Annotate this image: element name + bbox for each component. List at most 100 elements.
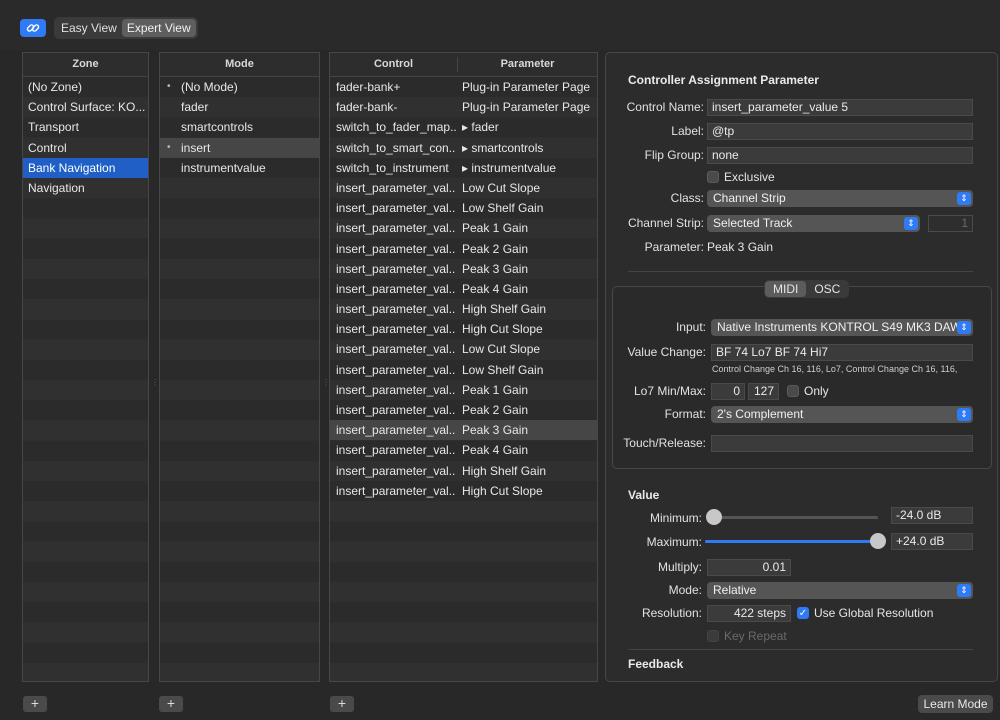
parameter-column-header[interactable]: Parameter: [458, 53, 597, 76]
control-table-row[interactable]: insert_parameter_val... High Shelf Gain: [330, 299, 597, 319]
add-zone-button[interactable]: +: [23, 696, 47, 712]
add-mode-button[interactable]: +: [159, 696, 183, 712]
format-popup[interactable]: 2's Complement ⇕: [711, 406, 973, 423]
expert-view-button[interactable]: Expert View: [121, 19, 196, 37]
parameter-name-cell: Low Shelf Gain: [462, 201, 544, 216]
control-name-cell: insert_parameter_val...: [336, 322, 456, 337]
mode-splitter-handle[interactable]: ⋮: [322, 378, 330, 387]
control-name-cell: insert_parameter_val...: [336, 443, 456, 458]
control-table-row[interactable]: insert_parameter_val... High Shelf Gain: [330, 461, 597, 481]
control-name-cell: fader-bank+: [336, 80, 401, 94]
touch-release-field[interactable]: [711, 435, 973, 452]
mode-header: Mode: [160, 53, 319, 77]
learn-mode-button[interactable]: Learn Mode: [918, 695, 993, 713]
minimum-slider-knob[interactable]: [706, 509, 722, 525]
control-table-row[interactable]: insert_parameter_val... Peak 2 Gain: [330, 400, 597, 420]
zone-list-item[interactable]: Navigation: [23, 178, 148, 198]
zone-list-item[interactable]: Transport: [23, 117, 148, 137]
control-name-cell: insert_parameter_val...: [336, 241, 456, 256]
inspector-title: Controller Assignment Parameter: [628, 73, 819, 87]
control-table-row[interactable]: insert_parameter_val... Peak 2 Gain: [330, 239, 597, 259]
control-table-row[interactable]: fader-bank- Plug-in Parameter Page: [330, 97, 597, 117]
control-table-row[interactable]: insert_parameter_val... Peak 1 Gain: [330, 380, 597, 400]
popup-arrows-icon: ⇕: [957, 408, 971, 421]
input-popup[interactable]: Native Instruments KONTROL S49 MK3 DAW ⇕: [711, 319, 973, 336]
mode-list-item[interactable]: fader: [160, 97, 319, 117]
zone-list-item[interactable]: Control Surface: KO...: [23, 97, 148, 117]
control-name-cell: insert_parameter_val...: [336, 201, 456, 216]
only-label: Only: [804, 384, 829, 398]
control-table-row[interactable]: insert_parameter_val... Peak 3 Gain: [330, 259, 597, 279]
use-global-resolution-checkbox[interactable]: ✓: [797, 607, 809, 619]
control-table-row[interactable]: insert_parameter_val... Low Cut Slope: [330, 339, 597, 359]
label-field[interactable]: @tp: [707, 123, 973, 140]
zone-list-item[interactable]: (No Zone): [23, 77, 148, 97]
mode-list-item[interactable]: smartcontrols: [160, 117, 319, 137]
control-table-row[interactable]: insert_parameter_val... Low Shelf Gain: [330, 198, 597, 218]
control-table-row[interactable]: insert_parameter_val... Low Shelf Gain: [330, 360, 597, 380]
resolution-field[interactable]: 422 steps: [707, 605, 791, 622]
control-table-row[interactable]: switch_to_fader_map... ▸ fader: [330, 117, 597, 137]
value-change-label: Value Change:: [627, 345, 706, 359]
control-name-field[interactable]: insert_parameter_value 5: [707, 99, 973, 116]
control-table-row[interactable]: insert_parameter_val... Peak 4 Gain: [330, 279, 597, 299]
class-value: Channel Strip: [713, 191, 786, 205]
bullet-icon: •: [167, 81, 171, 92]
parameter-name-cell: Low Cut Slope: [462, 180, 541, 195]
mode-list-item[interactable]: • (No Mode): [160, 77, 319, 97]
link-button[interactable]: [20, 19, 46, 37]
zone-splitter-handle[interactable]: ⋮: [151, 378, 159, 387]
control-table-row[interactable]: switch_to_instrument ▸ instrumentvalue: [330, 158, 597, 178]
multiply-field[interactable]: 0.01: [707, 559, 791, 576]
tab-midi[interactable]: MIDI: [765, 281, 807, 297]
mode-list-item[interactable]: • insert: [160, 137, 319, 158]
only-checkbox[interactable]: [787, 385, 799, 397]
mode-list-item[interactable]: instrumentvalue: [160, 158, 319, 178]
control-column-header[interactable]: Control: [330, 57, 458, 72]
flip-group-label: Flip Group:: [644, 148, 704, 162]
control-table-row[interactable]: fader-bank+ Plug-in Parameter Page: [330, 77, 597, 97]
lo7-min-field[interactable]: 0: [711, 383, 745, 400]
flip-group-field[interactable]: none: [707, 147, 973, 164]
control-name-cell: insert_parameter_val...: [336, 403, 456, 417]
tab-osc[interactable]: OSC: [806, 281, 848, 297]
maximum-field[interactable]: +24.0 dB: [891, 533, 973, 550]
control-name-cell: switch_to_instrument: [336, 160, 449, 175]
lo7-min-max-label: Lo7 Min/Max:: [633, 384, 706, 398]
zone-list-item[interactable]: Control: [23, 138, 148, 158]
parameter-name-cell: Plug-in Parameter Page: [462, 100, 591, 115]
add-control-button[interactable]: +: [330, 696, 354, 712]
easy-view-button[interactable]: Easy View: [56, 19, 122, 37]
control-name-cell: insert_parameter_val...: [336, 342, 456, 357]
mode-popup[interactable]: Relative ⇕: [707, 582, 973, 599]
value-change-field[interactable]: BF 74 Lo7 BF 74 Hi7: [711, 344, 973, 361]
control-table-row[interactable]: insert_parameter_val... Peak 4 Gain: [330, 440, 597, 460]
control-table-row[interactable]: insert_parameter_val... Low Cut Slope: [330, 178, 597, 198]
class-popup[interactable]: Channel Strip ⇕: [707, 190, 973, 207]
mode-value: Relative: [713, 583, 757, 597]
key-repeat-checkbox[interactable]: [707, 630, 719, 642]
maximum-slider-knob[interactable]: [870, 533, 886, 549]
class-label: Class:: [670, 191, 704, 205]
control-table-row[interactable]: insert_parameter_val... Peak 3 Gain: [330, 420, 597, 441]
control-table-row[interactable]: insert_parameter_val... High Cut Slope: [330, 319, 597, 339]
maximum-label: Maximum:: [646, 535, 702, 549]
zone-list-item[interactable]: Bank Navigation: [23, 157, 148, 178]
control-table-row[interactable]: insert_parameter_val... High Cut Slope: [330, 481, 597, 501]
minimum-field[interactable]: -24.0 dB: [891, 507, 973, 524]
mode-list-item-label: smartcontrols: [181, 120, 254, 135]
maximum-slider[interactable]: [705, 533, 886, 549]
control-name-cell: insert_parameter_val...: [336, 180, 456, 195]
channel-strip-popup[interactable]: Selected Track ⇕: [707, 215, 920, 232]
parameter-name-cell: ▸ smartcontrols: [462, 140, 544, 155]
control-table-row[interactable]: insert_parameter_val... Peak 1 Gain: [330, 218, 597, 238]
control-table-row[interactable]: switch_to_smart_con... ▸ smartcontrols: [330, 138, 597, 158]
control-name-cell: insert_parameter_val...: [336, 302, 456, 317]
lo7-max-field[interactable]: 127: [748, 383, 779, 400]
parameter-name-cell: Peak 4 Gain: [462, 281, 529, 296]
zone-header-label: Zone: [72, 58, 99, 70]
touch-release-label: Touch/Release:: [623, 436, 706, 450]
minimum-slider[interactable]: [706, 509, 878, 525]
input-label: Input:: [675, 320, 706, 334]
exclusive-checkbox[interactable]: [707, 171, 719, 183]
